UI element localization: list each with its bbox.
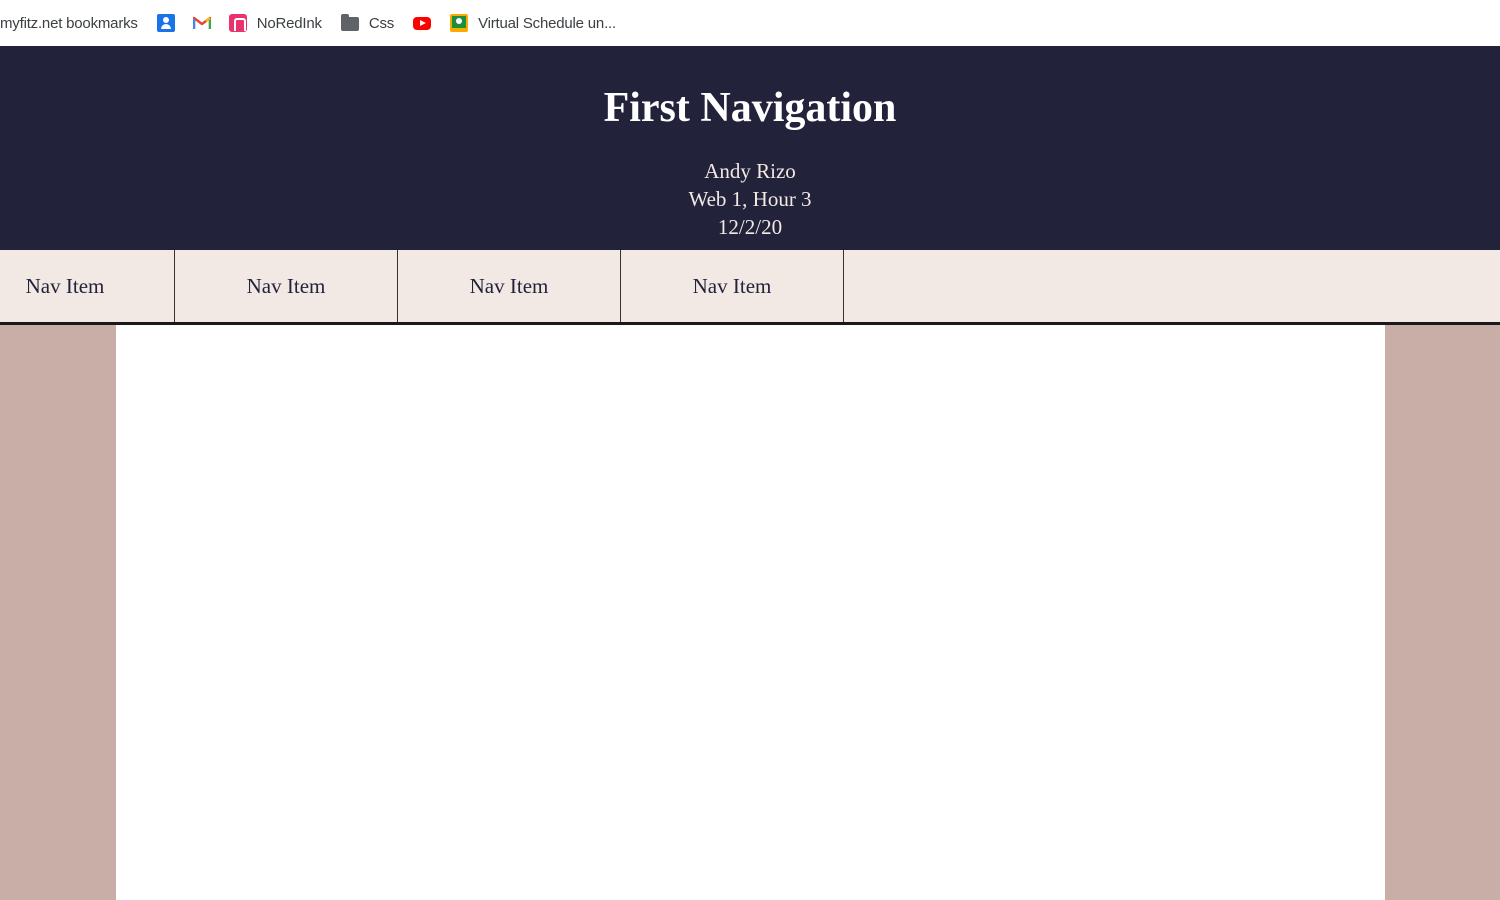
bookmark-label: Css — [368, 14, 395, 32]
nav-item-2[interactable]: Nav Item — [175, 250, 398, 322]
folder-icon — [340, 14, 359, 31]
bookmark-youtube[interactable] — [413, 9, 432, 37]
date: 12/2/20 — [717, 215, 783, 239]
left-sidebar — [0, 325, 116, 900]
class-info: Web 1, Hour 3 — [688, 187, 812, 211]
bookmark-label: NoRedInk — [256, 14, 322, 32]
page-title: First Navigation — [603, 85, 897, 131]
bookmarks-bar: myfitz.net bookmarks NoRedInk Css Virtua… — [0, 0, 1500, 46]
gmail-icon — [192, 14, 211, 32]
author-name: Andy Rizo — [704, 159, 796, 183]
noredink-icon — [228, 14, 247, 32]
nav-item-3[interactable]: Nav Item — [398, 250, 621, 322]
nav-item-1[interactable]: Nav Item — [0, 250, 175, 322]
bookmark-label: myfitz.net bookmarks — [0, 14, 138, 32]
bookmark-label: Virtual Schedule un... — [478, 14, 616, 32]
youtube-icon — [413, 17, 432, 30]
bookmark-folder-css[interactable]: Css — [340, 9, 395, 37]
main-content — [116, 325, 1385, 900]
right-sidebar — [1385, 325, 1500, 900]
site-header: First Navigation Andy Rizo Web 1, Hour 3… — [0, 46, 1500, 250]
nav-item-4[interactable]: Nav Item — [621, 250, 844, 322]
bookmark-gmail[interactable] — [192, 9, 211, 37]
classroom-icon — [450, 14, 469, 32]
nav-bar: Nav Item Nav Item Nav Item Nav Item — [0, 250, 1500, 325]
bookmark-myfitz[interactable]: myfitz.net bookmarks — [0, 9, 138, 37]
bookmark-virtual-schedule[interactable]: Virtual Schedule un... — [450, 9, 616, 37]
contacts-icon — [156, 14, 175, 32]
bookmark-contacts[interactable] — [156, 9, 175, 37]
bookmark-noredink[interactable]: NoRedInk — [228, 9, 322, 37]
